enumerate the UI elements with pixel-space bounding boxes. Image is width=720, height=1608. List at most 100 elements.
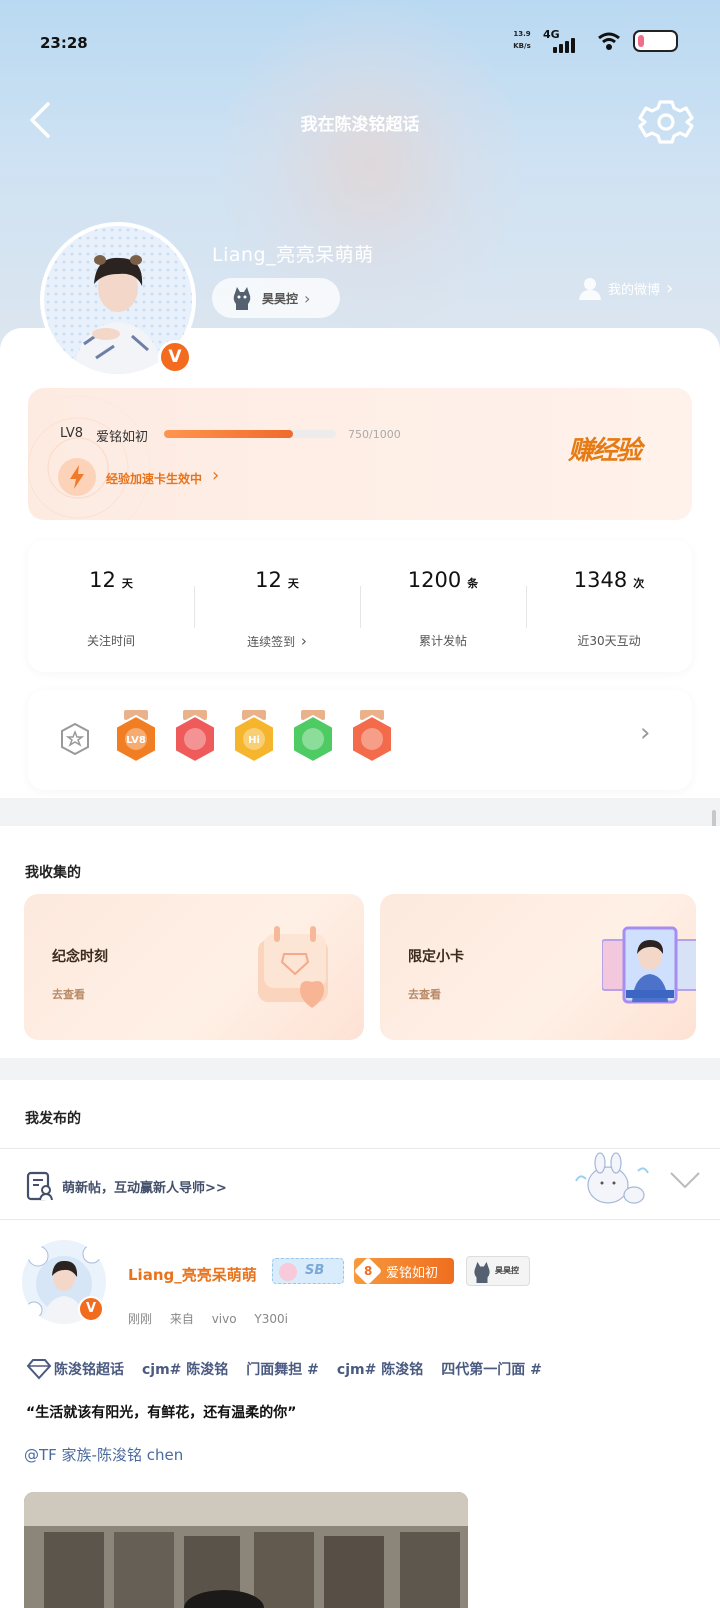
level-progress-fill bbox=[164, 430, 293, 438]
fan-group-tag[interactable]: 昊昊控 › bbox=[212, 278, 340, 318]
post-source-brand: vivo bbox=[211, 1312, 237, 1326]
stat-unit: 天 bbox=[121, 577, 133, 590]
level-title: 爱铭如初 bbox=[96, 430, 149, 445]
my-weibo-link[interactable]: 我的微博 › bbox=[578, 276, 673, 300]
badge-medal[interactable]: LV8 bbox=[112, 710, 160, 768]
newbie-banner[interactable]: 萌新帖，互动赢新人导师>> bbox=[0, 1148, 720, 1220]
post-tag-sb: SB bbox=[272, 1258, 344, 1284]
cat-icon bbox=[233, 287, 251, 310]
posted-section: 我发布的 萌新帖，互动赢新人导师>> V Liang_亮亮呆萌萌 SB 8 爱铭… bbox=[0, 1080, 720, 1608]
cat-icon bbox=[474, 1261, 490, 1283]
page-title: 我在陈浚铭超话 bbox=[300, 115, 420, 135]
net-speed-value: 13.9 bbox=[513, 30, 531, 38]
post-meta: 刚刚 来自 vivo Y300i bbox=[128, 1310, 302, 1327]
level-progress-text: 750/1000 bbox=[348, 428, 401, 441]
stat-value: 12 bbox=[89, 568, 116, 592]
stat-unit: 天 bbox=[287, 577, 299, 590]
badge-medal-label: LV8 bbox=[126, 735, 146, 746]
stat-unit: 次 bbox=[633, 577, 645, 590]
collection-view-link[interactable]: 去查看 bbox=[52, 986, 85, 1002]
bunny-mascot-icon bbox=[575, 1152, 649, 1204]
section-title: 我发布的 bbox=[25, 1111, 81, 1127]
verified-v-badge: V bbox=[78, 1296, 104, 1322]
stat-label-checkin[interactable]: 连续签到 › bbox=[194, 632, 360, 650]
document-user-icon bbox=[26, 1171, 53, 1201]
tag-level-number-text: 8 bbox=[363, 1263, 373, 1278]
divider bbox=[360, 586, 361, 628]
diamond-icon bbox=[26, 1359, 52, 1380]
collection-title: 纪念时刻 bbox=[52, 949, 108, 965]
newbie-banner-text: 萌新帖，互动赢新人导师>> bbox=[62, 1181, 227, 1196]
topic-link[interactable]: 陈浚铭超话 bbox=[54, 1359, 124, 1379]
chevron-right-icon: › bbox=[304, 288, 311, 308]
stat-value: 1348 bbox=[573, 568, 628, 592]
stat-total-posts: 1200 条 bbox=[360, 568, 526, 592]
status-bar: 23:28 13.9 KB/s 4G bbox=[0, 0, 720, 90]
topic-link[interactable]: cjm# 陈浚铭 bbox=[142, 1359, 228, 1379]
divider bbox=[194, 586, 195, 628]
post-image[interactable] bbox=[24, 1492, 468, 1608]
network-speed: 13.9 KB/s bbox=[508, 28, 536, 52]
badge-medal-label: Hi bbox=[248, 735, 260, 746]
level-progress-bar bbox=[164, 430, 336, 438]
chevron-right-icon: › bbox=[212, 465, 220, 486]
wifi-icon bbox=[598, 32, 620, 50]
earn-xp-button[interactable]: 赚经验 bbox=[568, 430, 642, 467]
fan-tag-label: 昊昊控 bbox=[262, 291, 299, 306]
stat-label: 累计发帖 bbox=[418, 634, 467, 648]
level-card[interactable]: LV8 爱铭如初 750/1000 经验加速卡生效中 › 赚经验 bbox=[28, 388, 692, 520]
chevron-right-icon: › bbox=[666, 277, 674, 299]
badge-medal[interactable]: Hi bbox=[230, 710, 278, 768]
user-icon bbox=[579, 278, 601, 300]
stat-label-text: 连续签到 bbox=[247, 635, 296, 649]
lightning-icon bbox=[58, 458, 96, 496]
gear-icon[interactable] bbox=[638, 94, 694, 150]
post-time: 刚刚 bbox=[128, 1312, 153, 1326]
tag-level-number: 8 bbox=[353, 1256, 383, 1286]
collection-view-link[interactable]: 去查看 bbox=[408, 986, 441, 1002]
status-time: 23:28 bbox=[40, 34, 88, 52]
stat-interactions: 1348 次 bbox=[526, 568, 692, 592]
badge-medal[interactable] bbox=[348, 710, 396, 768]
collection-title: 限定小卡 bbox=[408, 949, 464, 965]
post-tag-fan: 昊昊控 bbox=[466, 1256, 530, 1286]
level-number: LV8 bbox=[60, 426, 83, 441]
tag-sb-text: SB bbox=[305, 1263, 325, 1278]
collection-card-moments[interactable]: 纪念时刻 去查看 bbox=[24, 894, 364, 1040]
chevron-right-icon[interactable]: › bbox=[640, 718, 650, 748]
tag-fan-label: 昊昊控 bbox=[495, 1266, 519, 1275]
post-mention-link[interactable]: @TF 家族-陈浚铭 chen bbox=[24, 1444, 183, 1465]
post-source-model: Y300i bbox=[254, 1312, 288, 1326]
post-source-prefix: 来自 bbox=[169, 1312, 194, 1326]
chevron-right-icon: › bbox=[300, 632, 307, 650]
chevron-down-icon[interactable] bbox=[668, 1165, 702, 1195]
topic-link[interactable]: cjm# 陈浚铭 bbox=[337, 1359, 423, 1379]
section-title: 我收集的 bbox=[25, 865, 81, 881]
battery-icon bbox=[633, 30, 678, 52]
stats-card: 12 天 关注时间 12 天 连续签到 › 1200 条 累计发帖 1348 次 近30… bbox=[28, 540, 692, 672]
collection-card-photocards[interactable]: 限定小卡 去查看 bbox=[380, 894, 696, 1040]
badge-medal[interactable] bbox=[289, 710, 337, 768]
calendar-heart-icon bbox=[258, 926, 328, 1008]
battery-level bbox=[638, 35, 644, 47]
topic-link[interactable]: 四代第一门面 # bbox=[441, 1359, 542, 1379]
character-icon bbox=[279, 1263, 297, 1281]
collections-section: 我收集的 纪念时刻 去查看 限定小卡 去查看 bbox=[0, 826, 720, 1058]
xp-boost-status[interactable]: 经验加速卡生效中 bbox=[106, 470, 202, 487]
cellular-signal-icon: 4G bbox=[543, 26, 587, 54]
post-topics: 陈浚铭超话 cjm# 陈浚铭 门面舞担 # cjm# 陈浚铭 四代第一门面 # bbox=[26, 1358, 560, 1380]
stat-unit: 条 bbox=[467, 577, 479, 590]
net-speed-unit: KB/s bbox=[513, 42, 531, 50]
badge-medal[interactable] bbox=[171, 710, 219, 768]
badge-wall[interactable]: LV8 Hi › bbox=[28, 690, 692, 790]
topic-link[interactable]: 门面舞担 # bbox=[246, 1359, 319, 1379]
badge-hexagon-icon bbox=[61, 722, 89, 756]
post-content: “生活就该有阳光，有鲜花，还有温柔的你” bbox=[26, 1405, 297, 1421]
stat-follow-days: 12 天 bbox=[28, 568, 194, 592]
divider bbox=[526, 586, 527, 628]
stat-value: 12 bbox=[255, 568, 282, 592]
post-author-name[interactable]: Liang_亮亮呆萌萌 bbox=[128, 1264, 257, 1285]
post-tag-level: 8 爱铭如初 bbox=[353, 1256, 454, 1286]
level-card-decoration bbox=[28, 395, 151, 520]
stat-checkin-days[interactable]: 12 天 bbox=[194, 568, 360, 592]
